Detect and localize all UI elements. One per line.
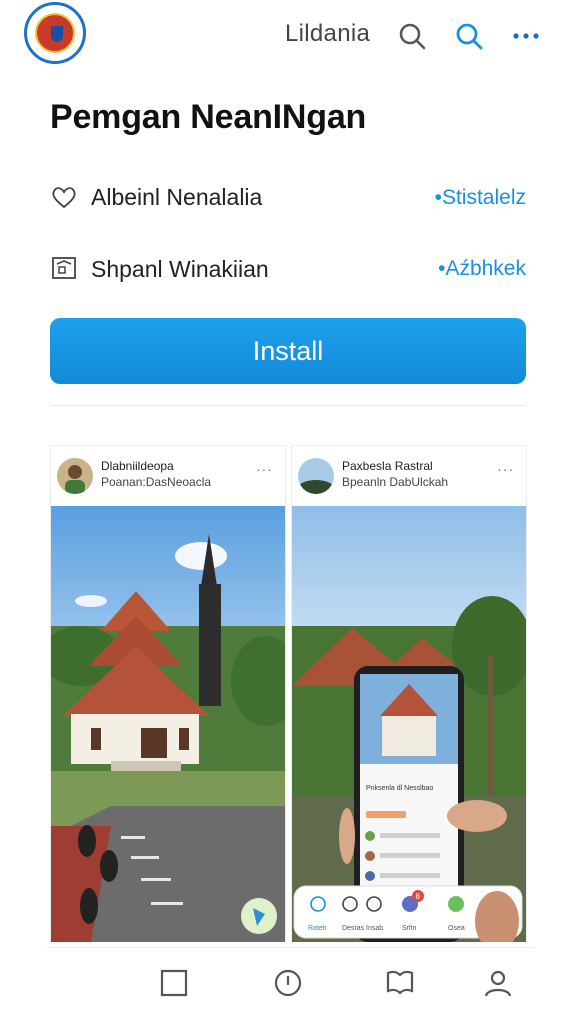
post-more-icon[interactable]: ··· [256,461,273,477]
phone-tab-3: Insab [366,925,383,932]
info-row-label-1: Albeinl Nenalalia [91,184,263,210]
info-row-label-2: Shpanl Winakiian [91,256,269,282]
notification-badge: 8 [416,892,421,901]
heart-icon [52,187,76,209]
phone-tab-2: Desras [342,925,365,932]
search-icon[interactable] [396,20,428,52]
book-icon[interactable] [383,966,417,1000]
phone-tab-5: Osea [448,925,465,932]
building-icon [52,257,76,279]
bottom-nav [45,948,535,1022]
post-author[interactable]: Dlabniildeopa [101,459,174,473]
post-card-2[interactable]: Paxbesla Rastral Bpeanln DabUlckah ··· P… [291,445,527,942]
post-photo[interactable]: Pnksenla dl Nesslbao 8 Rateh Desras Insa… [292,506,526,942]
phone-title: Pnksenla dl Nesslbao [366,785,433,792]
info-row-link-2[interactable]: •Aźbhkek [438,257,526,281]
divider [50,405,526,406]
phone-tab-4: Srltn [402,925,417,932]
post-more-icon[interactable]: ··· [497,461,514,477]
more-icon[interactable] [510,20,542,52]
avatar[interactable] [298,458,334,494]
avatar[interactable] [57,458,93,494]
phone-tab-1: Rateh [308,925,327,932]
post-photo[interactable] [51,506,285,942]
post-subtitle: Poanan:DasNeoacla [101,475,212,489]
compass-icon[interactable] [271,966,305,1000]
page-title: Pemgan NeanINgan [50,98,367,136]
post-card-1[interactable]: Dlabniildeopa Poanan:DasNeoacla ··· [50,445,286,942]
post-author[interactable]: Paxbesla Rastral [342,459,433,473]
home-square-icon[interactable] [157,966,191,1000]
app-logo [24,2,86,64]
search-active-icon[interactable] [453,20,485,52]
header-title: Lildania [285,20,371,47]
install-button[interactable]: Install [50,318,526,384]
profile-icon[interactable] [481,966,515,1000]
post-subtitle: Bpeanln DabUlckah [342,475,449,489]
info-row-link-1[interactable]: •Stistalelz [435,186,526,210]
